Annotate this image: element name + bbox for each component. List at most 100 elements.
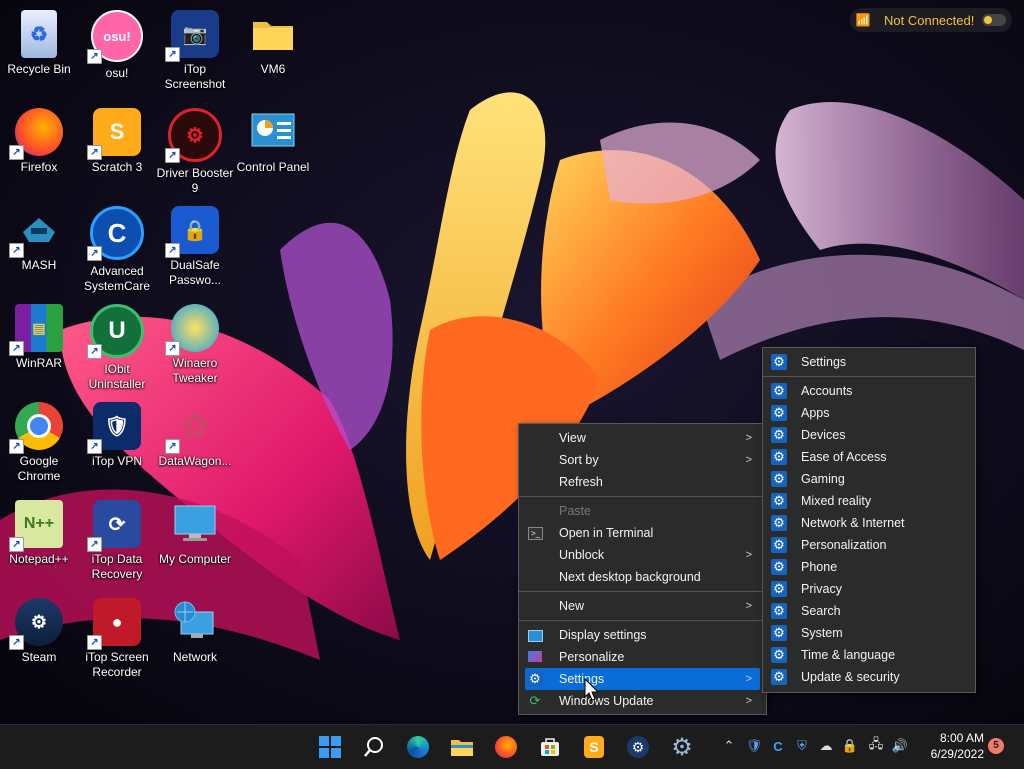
menu-item-paste[interactable]: Paste [525,500,760,522]
network-toggle[interactable] [982,14,1006,26]
settings-gear-icon: ⚙ [771,559,787,575]
chevron-right-icon: > [745,432,752,444]
settings-gear-icon: ⚙ [771,493,787,509]
itop-screenshot-icon: 📷 ↗ [165,10,219,62]
tray-overflow-chevron[interactable]: ⌃ [720,737,738,755]
notification-badge[interactable]: 5 [988,738,1004,754]
desktop-icon-datawagon[interactable]: ✿ ↗ DataWagon... [156,396,234,488]
tray-icon-cloud[interactable]: ☁ [817,737,835,755]
submenu-item-system[interactable]: ⚙ System [767,622,971,644]
desktop-icon-control-panel[interactable]: Control Panel [234,102,312,194]
start-button[interactable] [314,731,346,763]
submenu-item-devices[interactable]: ⚙ Devices [767,424,971,446]
menu-item-sort-by[interactable]: Sort by > [525,449,760,471]
desktop-icon-steam[interactable]: ⚙ ↗ Steam [0,592,78,684]
desktop-icon-itop-screenshot[interactable]: 📷 ↗ iTop Screenshot [156,4,234,96]
settings-gear-icon: ⚙ [771,603,787,619]
tray-icon-network[interactable]: 🖧 [867,736,885,755]
menu-item-personalize[interactable]: Personalize [525,646,760,668]
menu-item-unblock[interactable]: Unblock > [525,544,760,566]
submenu-item-time-language[interactable]: ⚙ Time & language [767,644,971,666]
network-status-widget[interactable]: 📶 Not Connected! [850,8,1012,32]
menu-item-refresh[interactable]: Refresh [525,471,760,493]
shortcut-arrow-icon: ↗ [87,145,102,160]
chevron-right-icon: > [745,454,752,466]
desktop-icon-mash[interactable]: ↗ MASH [0,200,78,292]
submenu-item-gaming[interactable]: ⚙ Gaming [767,468,971,490]
submenu-item-mixed-reality[interactable]: ⚙ Mixed reality [767,490,971,512]
desktop-icon-itop-screen-recorder[interactable]: ● ↗ iTop Screen Recorder [78,592,156,684]
submenu-item-personalization[interactable]: ⚙ Personalization [767,534,971,556]
menu-separator [519,496,766,497]
desktop-icon-recycle-bin[interactable]: ♻ Recycle Bin [0,4,78,96]
settings-gear-icon: ⚙ [771,471,787,487]
desktop-icon-winrar[interactable]: ▤ ↗ WinRAR [0,298,78,390]
chevron-right-icon: > [745,600,752,612]
steam-icon: ⚙ ↗ [9,598,63,650]
notepad-plus-plus-icon: N++ ↗ [9,500,63,552]
taskbar-search-button[interactable] [358,731,390,763]
taskbar-steam-button[interactable]: ⚙ [622,731,654,763]
submenu-item-settings[interactable]: ⚙ Settings [767,351,971,373]
tray-icon-defender-blocked[interactable]: ⛨ [793,737,811,755]
taskbar-clock[interactable]: 8:00 AM 6/29/2022 [916,730,984,762]
desktop-icon-network[interactable]: Network [156,592,234,684]
desktop-icon-scratch-3[interactable]: S ↗ Scratch 3 [78,102,156,194]
speaker-icon: 🔊 [891,738,909,753]
submenu-item-apps[interactable]: ⚙ Apps [767,402,971,424]
desktop-icon-iobit-uninstaller[interactable]: U ↗ IObit Uninstaller [78,298,156,391]
taskbar-store-button[interactable] [534,731,566,763]
cloud-icon: ☁ [819,738,833,753]
display-settings-icon [528,630,543,642]
taskbar-firefox-button[interactable] [490,731,522,763]
menu-item-view[interactable]: View > [525,427,760,449]
taskbar-scratch-button[interactable]: S [578,731,610,763]
menu-item-new[interactable]: New > [525,595,760,617]
advanced-systemcare-icon: C ↗ [87,206,144,261]
desktop-icon-winaero-tweaker[interactable]: ↗ Winaero Tweaker [156,298,234,390]
settings-gear-icon: ⚙ [771,581,787,597]
steam-icon: ⚙ [627,736,649,758]
personalize-icon [528,651,542,662]
menu-item-open-in-terminal[interactable]: >_ Open in Terminal [525,522,760,544]
desktop-icon-advanced-systemcare[interactable]: C ↗ Advanced SystemCare [78,200,156,293]
desktop-icon-dualsafe-password[interactable]: 🔒 ↗ DualSafe Passwo... [156,200,234,292]
submenu-item-phone[interactable]: ⚙ Phone [767,556,971,578]
tray-icon-security[interactable]: 🔒 [841,737,859,755]
desktop-icon-itop-vpn[interactable]: 🛡 ↗ iTop VPN [78,396,156,488]
submenu-item-ease-of-access[interactable]: ⚙ Ease of Access [767,446,971,468]
desktop-icon-firefox[interactable]: ↗ Firefox [0,102,78,194]
menu-item-display-settings[interactable]: Display settings [525,624,760,646]
submenu-item-accounts[interactable]: ⚙ Accounts [767,380,971,402]
folder-icon [451,740,473,756]
desktop-icon-driver-booster[interactable]: ⚙ ↗ Driver Booster 9 [156,102,234,195]
store-icon [541,738,559,756]
chevron-right-icon: > [745,549,752,561]
desktop-icon-osu[interactable]: osu! ↗ osu! [78,4,156,96]
menu-item-next-desktop-background[interactable]: Next desktop background [525,566,760,588]
tray-icon-volume[interactable]: 🔊 [891,737,909,755]
menu-item-windows-update[interactable]: ⟳ Windows Update > [525,690,760,712]
tray-icon-shield-blocked[interactable]: 🛡 [745,737,763,755]
firefox-icon [495,736,517,758]
submenu-item-privacy[interactable]: ⚙ Privacy [767,578,971,600]
desktop-icon-notepad-plus-plus[interactable]: N++ ↗ Notepad++ [0,494,78,586]
desktop-icon-google-chrome[interactable]: ↗ Google Chrome [0,396,78,488]
menu-separator [519,591,766,592]
desktop-icon-vm6[interactable]: VM6 [234,4,312,96]
desktop-icon-itop-data-recovery[interactable]: ⟳ ↗ iTop Data Recovery [78,494,156,586]
submenu-item-search[interactable]: ⚙ Search [767,600,971,622]
submenu-item-network-internet[interactable]: ⚙ Network & Internet [767,512,971,534]
taskbar-file-explorer-button[interactable] [446,731,478,763]
shortcut-arrow-icon: ↗ [165,148,180,163]
shortcut-arrow-icon: ↗ [87,635,102,650]
submenu-item-update-security[interactable]: ⚙ Update & security [767,666,971,688]
shortcut-arrow-icon: ↗ [87,537,102,552]
clock-date: 6/29/2022 [930,747,984,761]
taskbar-settings-button[interactable]: ⚙ [666,731,698,763]
taskbar-edge-button[interactable] [402,731,434,763]
tray-icon-advanced-systemcare[interactable]: C [769,737,787,755]
shortcut-arrow-icon: ↗ [165,341,180,356]
menu-item-settings[interactable]: ⚙ Settings > [525,668,760,690]
desktop-icon-my-computer[interactable]: My Computer [156,494,234,586]
